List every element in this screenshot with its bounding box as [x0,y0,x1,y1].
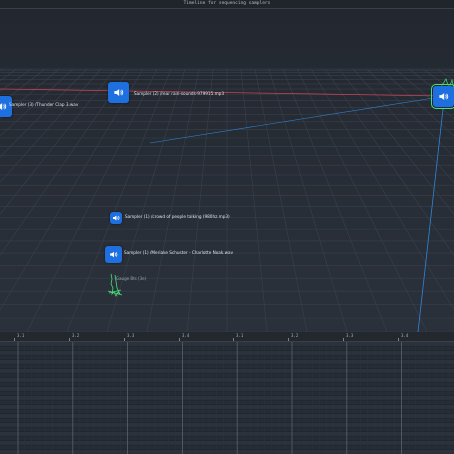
window-title: Timeline for sequencing samplers [183,1,271,6]
tick-label: 3.4 [397,333,409,341]
sampler-node-rain[interactable] [108,82,129,103]
speaker-icon [114,89,124,96]
tick-label: 3.2 [68,333,80,341]
sampler-node-selected[interactable] [431,84,454,109]
track-grid[interactable] [0,342,454,454]
tick-label: 3.4 [178,333,190,341]
timeline-ruler[interactable]: 3.1 3.2 3.3 3.4 3.1 3.2 3.3 3.4 [0,332,454,342]
speaker-icon [439,93,449,100]
sampler-label-rain: Sampler (2) /rear rain-sounds-979915.mp3 [134,91,224,96]
group-label: Gauge Bts (3e) [116,276,147,281]
timeline-panel[interactable]: 3.1 3.2 3.3 3.4 3.1 3.2 3.3 3.4 [0,332,454,454]
speaker-icon [110,251,118,258]
sampler-node-meriake[interactable] [105,246,122,263]
sampler-label-crowd: Sampler (1) /crowd of people talking (98… [125,214,230,219]
sampler-node-crowd[interactable] [110,212,122,224]
tick-label: 3.1 [13,333,25,341]
perspective-grid [0,9,454,332]
graph-viewport[interactable]: Sampler (3) /Thunder Clap 3.wav Sampler … [0,9,454,332]
tick-label: 3.2 [287,333,299,341]
title-bar: Timeline for sequencing samplers [0,0,454,9]
tick-label: 3.3 [342,333,354,341]
speaker-icon [0,103,7,110]
tick-label: 3.3 [123,333,135,341]
sampler-label-thunder: Sampler (3) /Thunder Clap 3.wav [9,102,79,107]
speaker-icon [113,215,120,221]
tick-label: 3.1 [232,333,244,341]
sampler-label-meriake: Sampler (1) /Meriake Schuster - Charlott… [124,250,234,255]
